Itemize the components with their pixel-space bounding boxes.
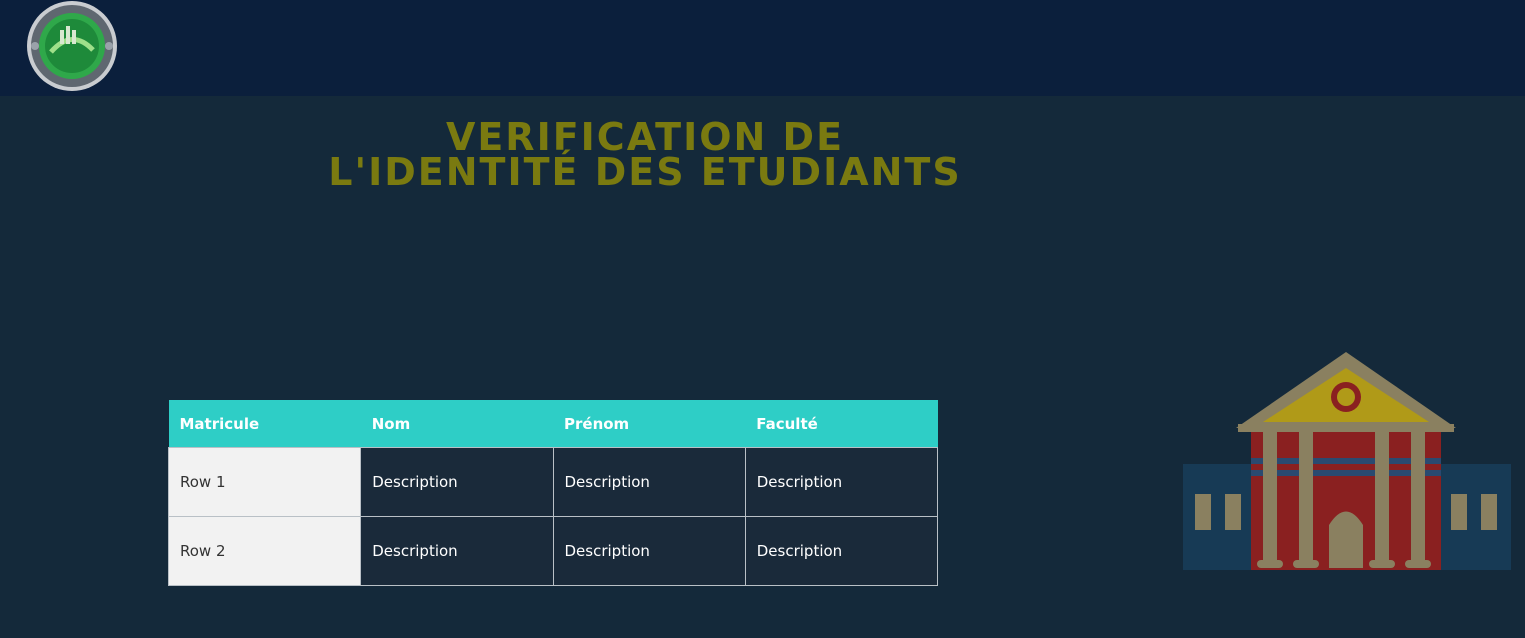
column-header-matricule: Matricule xyxy=(168,400,361,448)
page-title: VERIFICATION DE L'IDENTITÉ DES ETUDIANTS xyxy=(260,118,1030,194)
title-line-2: L'IDENTITÉ DES ETUDIANTS xyxy=(328,150,962,194)
column-header-faculte: Faculté xyxy=(745,400,938,448)
cell-faculte: Description xyxy=(744,447,939,517)
cell-prenom: Description xyxy=(552,447,746,517)
table-header-row: Matricule Nom Prénom Faculté xyxy=(168,400,938,448)
cell-faculte: Description xyxy=(744,516,939,586)
cell-nom: Description xyxy=(360,447,554,517)
cell-nom: Description xyxy=(360,516,554,586)
table-row: Row 1 Description Description Descriptio… xyxy=(167,447,939,517)
cell-prenom: Description xyxy=(552,516,746,586)
students-table: Matricule Nom Prénom Faculté Row 1 Descr… xyxy=(167,400,939,586)
top-navbar xyxy=(0,0,1525,96)
column-header-nom: Nom xyxy=(360,400,553,448)
university-building-icon xyxy=(1183,352,1511,570)
university-seal-logo[interactable] xyxy=(25,0,121,92)
cell-matricule: Row 1 xyxy=(167,447,362,517)
cell-matricule: Row 2 xyxy=(167,516,362,586)
column-header-prenom: Prénom xyxy=(553,400,746,448)
table-row: Row 2 Description Description Descriptio… xyxy=(167,516,939,586)
